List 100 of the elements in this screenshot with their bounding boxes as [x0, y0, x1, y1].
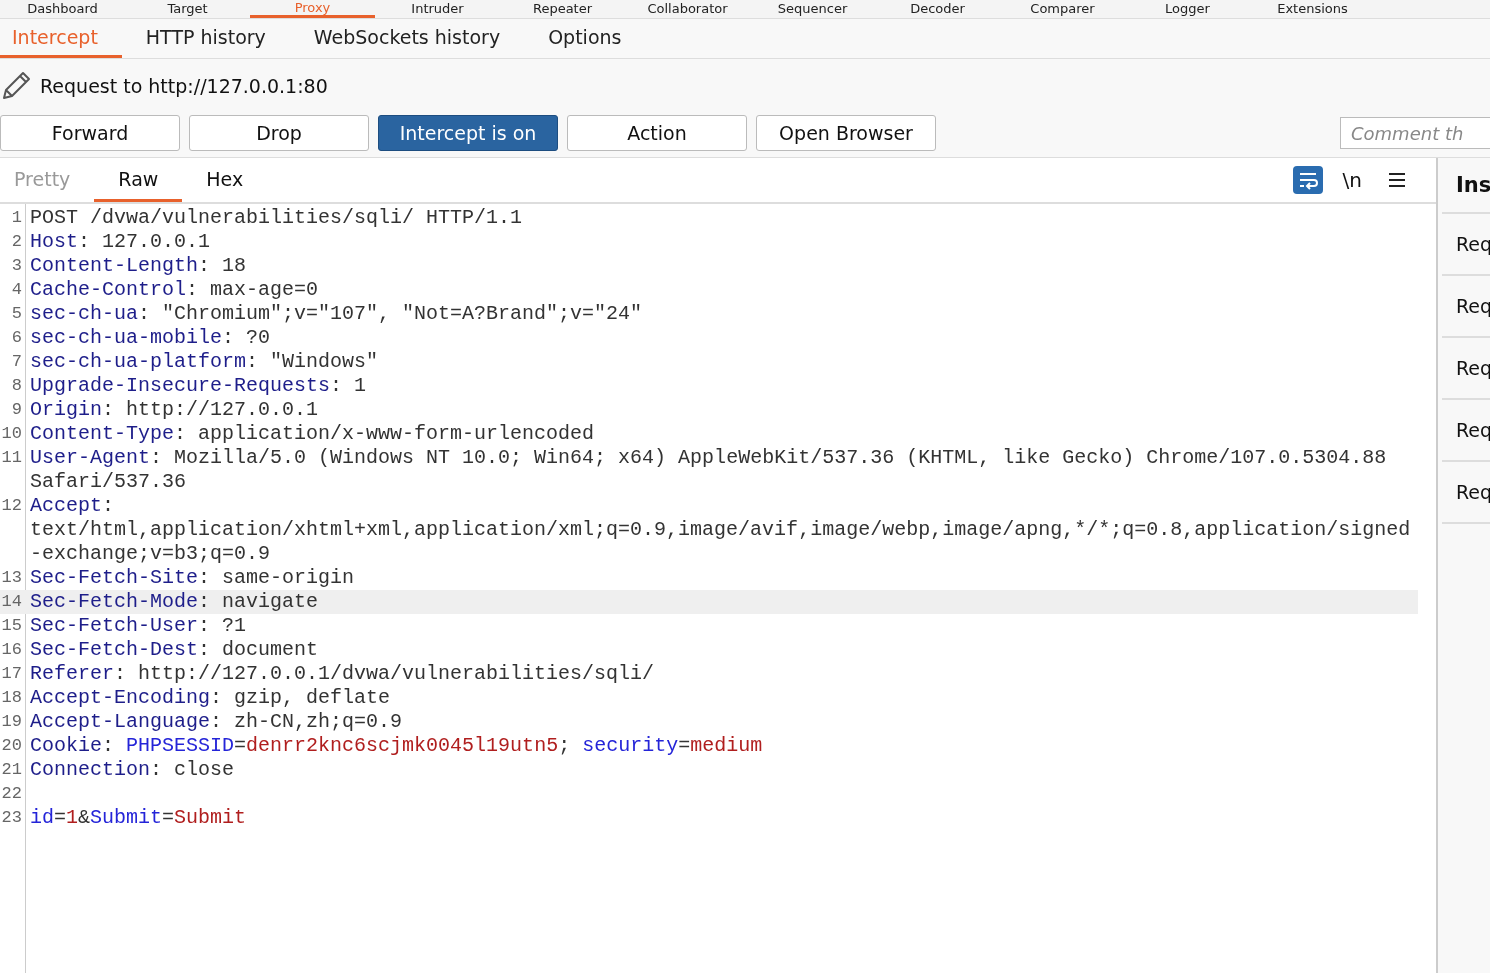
line-number: 12 [0, 495, 23, 517]
line-number: 3 [10, 255, 23, 277]
tool-tab[interactable]: Collaborator [625, 0, 750, 18]
line-number: 20 [0, 735, 23, 757]
line-number: 1 [10, 207, 23, 229]
tool-tab[interactable]: Comparer [1000, 0, 1125, 18]
header-name: Sec-Fetch-Site [30, 566, 199, 589]
inspector-section[interactable]: Req [1442, 400, 1490, 462]
header-value: : Mozilla/5.0 (Windows NT 10.0; Win64; x64) AppleWebKit/537.36 (KHTML, like Gecko) Chrome/107.0.5304.88 [150, 446, 1387, 469]
header-name: Content-Length [30, 254, 199, 277]
line-number: 5 [10, 303, 23, 325]
header-value: = [678, 734, 691, 757]
tool-tab[interactable]: Extensions [1250, 0, 1375, 18]
header-value: : navigate [198, 590, 319, 613]
param-name: security [582, 734, 679, 757]
line-number: 16 [0, 639, 23, 661]
line-number: 21 [0, 759, 23, 781]
header-value: -exchange;v=b3;q=0.9 [30, 542, 271, 565]
param-value: 1 [66, 806, 79, 829]
inspector-section[interactable]: Req [1442, 276, 1490, 338]
header-value: : 1 [330, 374, 367, 397]
header-name: sec-ch-ua-mobile [30, 326, 223, 349]
menu-icon[interactable] [1388, 172, 1406, 188]
tool-tab[interactable]: Decoder [875, 0, 1000, 18]
header-value: : http://127.0.0.1/dvwa/vulnerabilities/sqli/ [114, 662, 655, 685]
line-number: 17 [0, 663, 23, 685]
line-number: 6 [10, 327, 23, 349]
header-name: Cache-Control [30, 278, 187, 301]
line-number: 2 [10, 231, 23, 253]
header-value: : application/x-www-form-urlencoded [174, 422, 595, 445]
editor-tab[interactable]: Raw [94, 158, 183, 202]
inspector-section[interactable]: Req [1442, 462, 1490, 524]
line-number: 23 [0, 807, 23, 829]
toolbar-button[interactable]: Open Browser [756, 115, 936, 151]
header-name: Sec-Fetch-Mode [30, 590, 199, 613]
param-name: PHPSESSID [126, 734, 235, 757]
header-value: : http://127.0.0.1 [102, 398, 319, 421]
line-number: 4 [10, 279, 23, 301]
header-value: = [162, 806, 175, 829]
line-number: 18 [0, 687, 23, 709]
header-value: : "Chromium";v="107", "Not=A?Brand";v="24" [138, 302, 643, 325]
editor-tab[interactable]: Hex [182, 158, 268, 202]
sub-tab[interactable]: Options [536, 19, 646, 58]
param-name: Submit [90, 806, 163, 829]
param-name: id [30, 806, 54, 829]
header-name: sec-ch-ua [30, 302, 139, 325]
header-value: : [102, 734, 116, 757]
line-number: 13 [0, 567, 23, 589]
inspector-section[interactable]: Req [1442, 214, 1490, 276]
header-name: Accept-Language [30, 710, 211, 733]
header-value: Safari/537.36 [30, 470, 187, 493]
tool-tab[interactable]: Repeater [500, 0, 625, 18]
header-value: : "Windows" [246, 350, 379, 373]
sub-tab[interactable]: WebSockets history [301, 19, 525, 58]
header-value: = [234, 734, 247, 757]
tool-tab[interactable]: Dashboard [0, 0, 125, 18]
param-value: medium [690, 734, 763, 757]
header-value: : 18 [198, 254, 247, 277]
header-name: Connection [30, 758, 151, 781]
param-value: denrr2knc6scjmk0045l19utn5 [246, 734, 559, 757]
newline-toggle[interactable]: \n [1342, 168, 1362, 192]
param-value: Submit [174, 806, 247, 829]
wrap-lines-icon[interactable] [1292, 166, 1323, 194]
line-number: 7 [10, 351, 23, 373]
toolbar-button[interactable]: Intercept is on [378, 115, 558, 151]
inspector-section[interactable]: Req [1442, 338, 1490, 400]
header-name: Upgrade-Insecure-Requests [30, 374, 331, 397]
header-value: : close [150, 758, 235, 781]
header-value: : document [198, 638, 319, 661]
comment-field[interactable]: Comment th [1340, 117, 1490, 149]
header-name: Cookie [30, 734, 102, 757]
inspector-title: Ins [1442, 158, 1490, 214]
line-number: 19 [0, 711, 23, 733]
toolbar-button[interactable]: Drop [189, 115, 369, 151]
toolbar-button[interactable]: Forward [0, 115, 180, 151]
sub-tab[interactable]: HTTP history [133, 19, 290, 58]
header-name: sec-ch-ua-platform [30, 350, 247, 373]
line-number: 8 [10, 375, 23, 397]
header-name: User-Agent [30, 446, 151, 469]
header-name: Sec-Fetch-Dest [30, 638, 199, 661]
tool-tab[interactable]: Logger [1125, 0, 1250, 18]
header-name: Accept-Encoding [30, 686, 211, 709]
header-name: Content-Type [30, 422, 175, 445]
toolbar-button[interactable]: Action [567, 115, 747, 151]
header-value: : zh-CN,zh;q=0.9 [210, 710, 403, 733]
header-value: : gzip, deflate [210, 686, 391, 709]
header-value: : max-age=0 [186, 278, 319, 301]
line-number: 10 [0, 423, 23, 445]
line-number: 22 [0, 783, 23, 805]
tool-tab[interactable]: Target [125, 0, 250, 18]
header-value: ; [558, 734, 572, 757]
tool-tab[interactable]: Intruder [375, 0, 500, 18]
header-value: text/html,application/xhtml+xml,application/xml;q=0.9,image/avif,image/webp,image/apng,*/*;q=0.8,application/signed [30, 518, 1411, 541]
pencil-icon [0, 70, 32, 102]
header-name: Origin [30, 398, 102, 421]
header-value: = [54, 806, 67, 829]
line-number: 14 [0, 591, 23, 613]
tool-tab[interactable]: Sequencer [750, 0, 875, 18]
request-title: Request to http://127.0.0.1:80 [40, 75, 328, 97]
header-name: Accept [30, 494, 102, 517]
